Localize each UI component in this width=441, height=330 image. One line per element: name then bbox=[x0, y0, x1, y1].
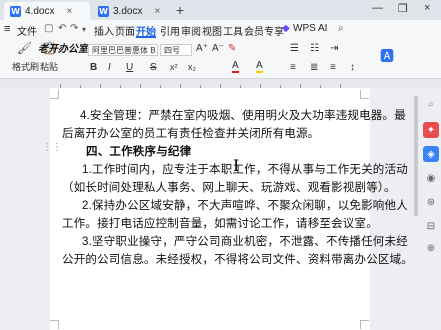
doc-line[interactable]: 1.工作时间内，应专注于本职工作，不得从事与工作无关的活动 bbox=[82, 161, 408, 177]
doc-tab-3[interactable]: W 3.docx × bbox=[92, 2, 174, 20]
chevron-down-icon[interactable]: ▾ bbox=[82, 25, 86, 34]
menu-tools[interactable]: 工具 bbox=[223, 23, 243, 38]
strikethrough-button[interactable]: S bbox=[150, 62, 157, 73]
menu-member[interactable]: 会员专享 bbox=[244, 23, 284, 38]
paste-button[interactable]: 粘贴 bbox=[40, 60, 58, 73]
format-painter-button[interactable]: 格式刷 bbox=[12, 60, 39, 73]
margin-mark bbox=[50, 90, 59, 99]
clear-format-icon[interactable]: ✎ bbox=[228, 43, 236, 54]
side-panel-icon-2[interactable]: ✦ bbox=[423, 122, 439, 138]
window-close-button[interactable]: × bbox=[424, 2, 430, 14]
close-tab-icon[interactable]: × bbox=[154, 6, 160, 17]
margin-mark bbox=[360, 320, 369, 329]
align-left-icon[interactable]: ≡ bbox=[290, 62, 296, 73]
minimize-button[interactable]: — bbox=[372, 2, 383, 14]
side-panel-icon-5[interactable]: ⊛ bbox=[423, 194, 439, 210]
doc-tab-4[interactable]: W 4.docx × bbox=[4, 2, 90, 20]
highlight-button[interactable]: A bbox=[256, 60, 263, 73]
ribbon-toolbar: 🖌 格式刷 📋 粘贴 老开办公室 阿里巴巴普惠体 B 四号 A⁺ A⁻ ✎ B … bbox=[0, 38, 441, 79]
menu-file[interactable]: 文件 bbox=[17, 23, 37, 38]
doc-line[interactable]: （如长时间处理私人事务、网上聊天、玩游戏、观看影视剧等）。 bbox=[62, 179, 396, 195]
font-size-select[interactable]: 四号 bbox=[160, 44, 192, 56]
doc-line[interactable]: 3.坚守职业操守，严守公司商业机密，不泄露、不传播任何未经 bbox=[82, 233, 408, 249]
watermark-logo: 老开办公室 bbox=[38, 44, 88, 55]
tab-label: 3.docx bbox=[113, 5, 143, 17]
doc-line[interactable]: 4.安全管理：严禁在室内吸烟、使用明火及大功率违规电器。最 bbox=[80, 107, 406, 123]
indent-icon[interactable]: ⇥ bbox=[330, 43, 338, 54]
style-icon[interactable]: 🅰 bbox=[380, 46, 394, 66]
menu-insert[interactable]: 插入 bbox=[94, 23, 114, 38]
tab-label: 4.docx bbox=[25, 5, 55, 17]
new-tab-button[interactable]: + bbox=[176, 3, 184, 17]
hamburger-icon[interactable]: ≡ bbox=[4, 23, 10, 35]
menu-reference[interactable]: 引用 bbox=[160, 23, 180, 38]
menu-wps-ai[interactable]: WPS AI bbox=[293, 23, 327, 34]
list-bullets-icon[interactable]: ☰ bbox=[290, 43, 299, 54]
horizontal-ruler bbox=[0, 79, 441, 88]
word-icon: W bbox=[10, 5, 21, 17]
menu-bar: ≡ 文件 ▢ ↶ ↷ ▾ 开始 插入 页面 引用 审阅 视图 工具 会员专享 ◆… bbox=[0, 20, 441, 38]
menu-view[interactable]: 视图 bbox=[202, 23, 222, 38]
menu-page[interactable]: 页面 bbox=[115, 23, 135, 38]
search-icon[interactable]: ⌕ bbox=[338, 23, 344, 34]
maximize-button[interactable]: ❐ bbox=[398, 2, 408, 15]
decrease-font-icon[interactable]: A⁻ bbox=[212, 43, 224, 54]
superscript-icon[interactable]: x² bbox=[170, 62, 178, 72]
doc-line[interactable]: 后离开办公室的员工有责任检查并关闭所有电源。 bbox=[62, 125, 319, 141]
side-panel-icon-1[interactable]: ⌕ bbox=[423, 96, 439, 112]
redo-icon[interactable]: ↷ bbox=[70, 23, 78, 34]
line-spacing-icon[interactable]: ↕ bbox=[350, 62, 355, 73]
text-cursor-icon: I bbox=[233, 156, 240, 175]
align-right-icon[interactable]: ≡ bbox=[330, 62, 336, 73]
increase-font-icon[interactable]: A⁺ bbox=[196, 43, 208, 54]
bold-button[interactable]: B bbox=[90, 62, 97, 73]
undo-icon[interactable]: ↶ bbox=[58, 23, 66, 34]
doc-line[interactable]: 公开的公司信息。未经授权，不得将公司文件、资料带离办公区域。 bbox=[62, 251, 413, 267]
side-panel-icon-6[interactable]: ⊟ bbox=[423, 218, 439, 234]
font-color-button[interactable]: A bbox=[232, 60, 239, 73]
menu-review[interactable]: 审阅 bbox=[181, 23, 201, 38]
subscript-icon[interactable]: x₂ bbox=[188, 62, 196, 72]
doc-line[interactable]: 2.保持办公区域安静，不大声喧哗、不聚众闲聊，以免影响他人 bbox=[82, 197, 408, 213]
italic-button[interactable]: I bbox=[108, 62, 111, 73]
margin-mark bbox=[50, 320, 59, 329]
side-panel-icon-7[interactable]: ⊕ bbox=[423, 240, 439, 256]
list-numbers-icon[interactable]: ☷ bbox=[310, 43, 319, 54]
vertical-scrollbar[interactable] bbox=[414, 96, 418, 216]
wps-ai-icon: ◆ bbox=[282, 23, 290, 34]
format-painter-icon[interactable]: 🖌 bbox=[17, 41, 32, 55]
doc-heading[interactable]: 四、工作秩序与纪律 bbox=[86, 143, 191, 159]
font-name-select[interactable]: 阿里巴巴普惠体 B bbox=[88, 44, 158, 56]
save-icon[interactable]: ▢ bbox=[44, 23, 53, 34]
side-panel-icon-3[interactable]: ◈ bbox=[423, 146, 439, 162]
underline-button[interactable]: U bbox=[126, 62, 133, 73]
doc-line[interactable]: 工作。接打电话应控制音量，如需讨论工作，请移至会议室。 bbox=[62, 215, 378, 231]
side-panel-icon-4[interactable]: ◉ bbox=[423, 170, 439, 186]
drag-handle-icon[interactable]: ⋮⋮ bbox=[42, 142, 62, 153]
close-tab-icon[interactable]: × bbox=[66, 6, 72, 17]
align-center-icon[interactable]: ≣ bbox=[310, 62, 318, 73]
word-icon: W bbox=[98, 5, 109, 17]
tab-bar: W 4.docx × W 3.docx × + — ❐ × bbox=[0, 0, 441, 20]
margin-mark bbox=[360, 90, 369, 99]
